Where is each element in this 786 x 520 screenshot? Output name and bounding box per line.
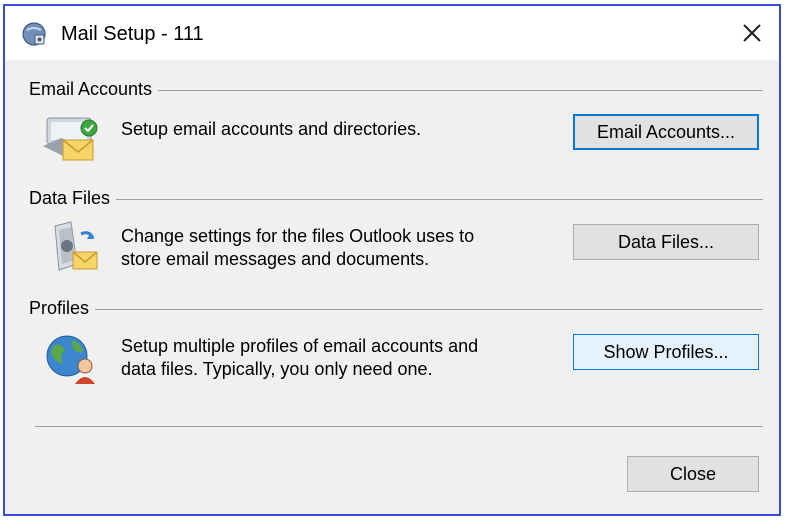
- section-divider: [116, 198, 763, 200]
- window-title: Mail Setup - 111: [61, 23, 204, 45]
- section-title-data-files: Data Files: [29, 188, 111, 208]
- section-divider: [95, 308, 763, 310]
- email-accounts-description: Setup email accounts and directories.: [121, 119, 422, 139]
- data-files-description: Change settings for the files Outlook us…: [121, 226, 475, 269]
- section-divider: [158, 89, 763, 91]
- section-header-profiles: Profiles: [29, 297, 763, 319]
- mail-setup-icon: [22, 22, 46, 46]
- profiles-icon: [46, 335, 95, 384]
- email-accounts-button[interactable]: Email Accounts...: [573, 114, 759, 150]
- section-header-data-files: Data Files: [29, 187, 763, 209]
- data-files-button[interactable]: Data Files...: [573, 224, 759, 260]
- footer-divider: [35, 426, 763, 427]
- section-header-email-accounts: Email Accounts: [29, 78, 763, 100]
- data-files-icon: [54, 221, 98, 271]
- section-title-email-accounts: Email Accounts: [29, 79, 153, 99]
- mail-setup-dialog: Mail Setup - 111 Email Accounts Setup em…: [3, 4, 781, 516]
- section-title-profiles: Profiles: [29, 298, 90, 318]
- title-bar: Mail Setup - 111: [5, 6, 779, 60]
- profiles-description: Setup multiple profiles of email account…: [121, 336, 479, 379]
- show-profiles-button[interactable]: Show Profiles...: [573, 334, 759, 370]
- close-button[interactable]: Close: [627, 456, 759, 492]
- email-accounts-icon: [43, 117, 98, 161]
- close-icon[interactable]: [737, 18, 767, 48]
